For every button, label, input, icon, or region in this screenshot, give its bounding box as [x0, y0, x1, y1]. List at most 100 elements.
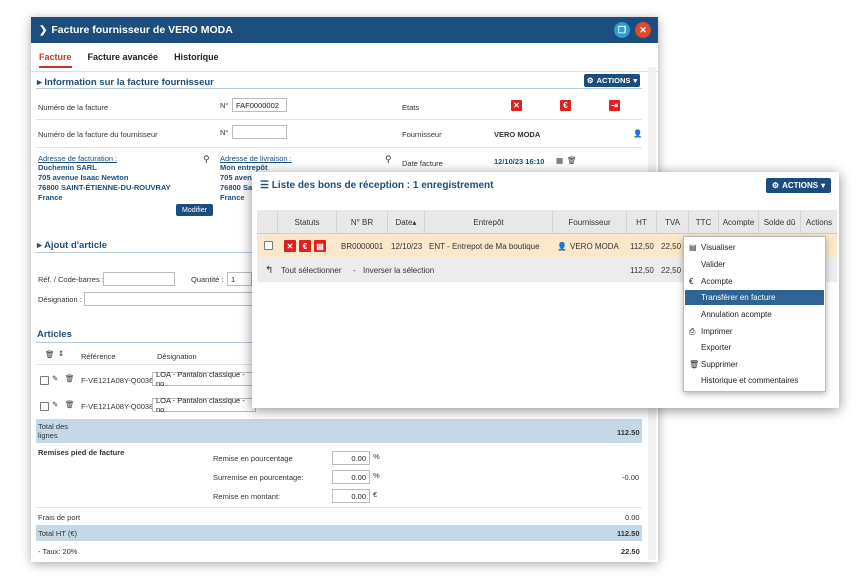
billing-line-1: Duchemin SARL — [38, 163, 97, 172]
total-ht-label: Total HT (€) — [38, 529, 78, 538]
total-lines-band — [36, 419, 642, 443]
row-date: 12/10/23 — [391, 241, 423, 251]
remise-pct-label: Remise en pourcentage — [213, 454, 293, 463]
row-checkbox[interactable] — [40, 402, 49, 411]
col-fournisseur[interactable]: Fournisseur — [553, 210, 627, 234]
printer-icon: ⎙ — [689, 326, 696, 336]
trash-all-icon[interactable]: 🗑 — [45, 350, 55, 359]
trash-icon[interactable]: 🗑 — [567, 156, 577, 165]
invoice-number-input[interactable]: FAF0000002 — [232, 98, 287, 112]
supplier-invoice-number-label: Numéro de la facture du fournisseur — [38, 130, 158, 139]
row-divider — [36, 119, 642, 120]
col-date[interactable]: Date▴ — [388, 210, 425, 234]
supplier-invoice-number-input[interactable] — [232, 125, 287, 139]
row-checkbox[interactable] — [264, 241, 273, 250]
menu-item-historique[interactable]: Historique et commentaires — [685, 373, 824, 388]
number-prefix-2: N° — [220, 128, 229, 137]
euro-icon: € — [689, 277, 694, 286]
select-all-link[interactable]: Tout sélectionner — [281, 258, 341, 282]
col-designation: Désignation — [157, 352, 197, 361]
add-article-title: ▸ Ajout d'article — [37, 240, 108, 251]
total-ht-value: 112.50 — [617, 529, 640, 538]
receipts-list-title: ☰ Liste des bons de réception : 1 enregi… — [260, 180, 494, 191]
delivery-pin-icon: ⚲ — [385, 154, 392, 164]
status-invoice-icon: ▤ — [314, 240, 326, 252]
row-trash-icon[interactable]: 🗑 — [65, 400, 75, 409]
caret-down-icon: ▾ — [821, 181, 826, 190]
user-icon[interactable]: 👤 — [633, 129, 642, 138]
total-lines-label: Total des lignes — [38, 422, 69, 440]
col-acompte[interactable]: Acompte — [719, 210, 759, 234]
number-prefix: N° — [220, 101, 229, 110]
col-actions: Actions — [805, 217, 833, 227]
row-tva: 22,50 — [661, 241, 682, 251]
invert-selection-link[interactable]: Inverser la sélection — [363, 258, 434, 282]
info-actions-button[interactable]: ⚙ ACTIONS ▾ — [584, 74, 640, 87]
sort-icon[interactable]: ⇕ — [58, 349, 64, 358]
remise-pct-input[interactable]: 0.00 — [332, 451, 370, 465]
row-designation-input[interactable]: LOA - Pantalon classique - no — [152, 396, 256, 414]
col-entrepot[interactable]: Entrepôt — [425, 210, 553, 234]
surremise-input[interactable]: 0.00 — [332, 470, 370, 484]
menu-item-supprimer[interactable]: 🗑 Supprimer — [685, 357, 824, 372]
menu-item-acompte[interactable]: € Acompte — [685, 274, 824, 289]
status-euro-icon[interactable]: € — [560, 100, 571, 111]
remise-mt-label: Remise en montant: — [213, 492, 281, 501]
billing-line-4: France — [38, 193, 63, 202]
menu-item-valider[interactable]: Valider — [685, 257, 824, 272]
col-ttc[interactable]: TTC — [689, 210, 719, 234]
calendar-icon[interactable]: ▦ — [556, 156, 563, 165]
menu-item-imprimer[interactable]: ⎙ Imprimer — [685, 324, 824, 339]
remises-total: -0.00 — [622, 473, 640, 482]
gear-icon: ⚙ — [771, 181, 780, 190]
menu-item-annulation-acompte[interactable]: Annulation acompte — [685, 307, 824, 322]
close-window-button[interactable]: ✕ — [635, 22, 651, 38]
edit-icon[interactable]: ✎ — [52, 374, 58, 383]
col-statuts[interactable]: Statuts — [278, 210, 337, 234]
ref-input[interactable] — [103, 272, 175, 286]
row-checkbox[interactable] — [40, 376, 49, 385]
desig-input[interactable] — [84, 292, 254, 306]
qty-input[interactable]: 1 — [227, 272, 252, 286]
status-export-icon[interactable]: ⇥ — [609, 100, 620, 111]
status-cancel-icon[interactable]: ✕ — [511, 100, 522, 111]
col-nbr[interactable]: N° BR — [337, 210, 388, 234]
section-divider — [36, 88, 642, 89]
remises-label: Remises pied de facture — [38, 448, 125, 457]
col-select — [257, 210, 278, 234]
actions-label: ACTIONS — [782, 181, 819, 190]
total-ht-band — [36, 525, 642, 541]
eur-unit: € — [373, 490, 378, 499]
billing-line-2: 705 avenue Isaac Newton — [38, 173, 129, 182]
delivery-line-4: France — [220, 193, 245, 202]
edit-icon[interactable]: ✎ — [52, 400, 58, 409]
window-title: Facture fournisseur de VERO MODA — [51, 24, 233, 36]
desig-label: Désignation : — [38, 295, 82, 304]
fournisseur-label: Fournisseur — [402, 130, 442, 139]
tab-historique[interactable]: Historique — [174, 52, 219, 68]
row-trash-icon[interactable]: 🗑 — [65, 374, 75, 383]
modifier-button[interactable]: Modifier — [176, 204, 213, 216]
delivery-line-1: Mon entrepôt — [220, 163, 268, 172]
popup-actions-button[interactable]: ⚙ ACTIONS ▾ — [766, 178, 831, 193]
col-tva[interactable]: TVA — [657, 210, 689, 234]
col-solde[interactable]: Solde dû — [759, 210, 801, 234]
taux-label: - Taux: 20% — [38, 547, 78, 556]
row-br: BR0000001 — [341, 241, 384, 251]
copy-window-button[interactable]: ❐ — [614, 22, 630, 38]
etats-label: Etats — [402, 103, 420, 112]
menu-item-visualiser[interactable]: ▤ Visualiser — [685, 240, 824, 255]
tab-facture[interactable]: Facture — [39, 52, 72, 68]
chevron-right-icon: ❯ — [39, 24, 48, 36]
row-designation-input[interactable]: LOA - Pantalon classique - no — [152, 370, 256, 388]
billing-address-link[interactable]: Adresse de facturation : — [38, 154, 117, 163]
remise-mt-input[interactable]: 0.00 — [332, 489, 370, 503]
caret-down-icon: ▾ — [633, 76, 638, 85]
pct-unit-1: % — [373, 452, 380, 461]
col-ht[interactable]: HT — [627, 210, 657, 234]
menu-item-exporter[interactable]: Exporter — [685, 340, 824, 355]
menu-item-transferer[interactable]: Transférer en facture — [685, 290, 824, 305]
user-icon: 👤 — [557, 241, 567, 251]
tab-facture-avancee[interactable]: Facture avancée — [88, 52, 159, 68]
delivery-address-link[interactable]: Adresse de livraison : — [220, 154, 292, 163]
